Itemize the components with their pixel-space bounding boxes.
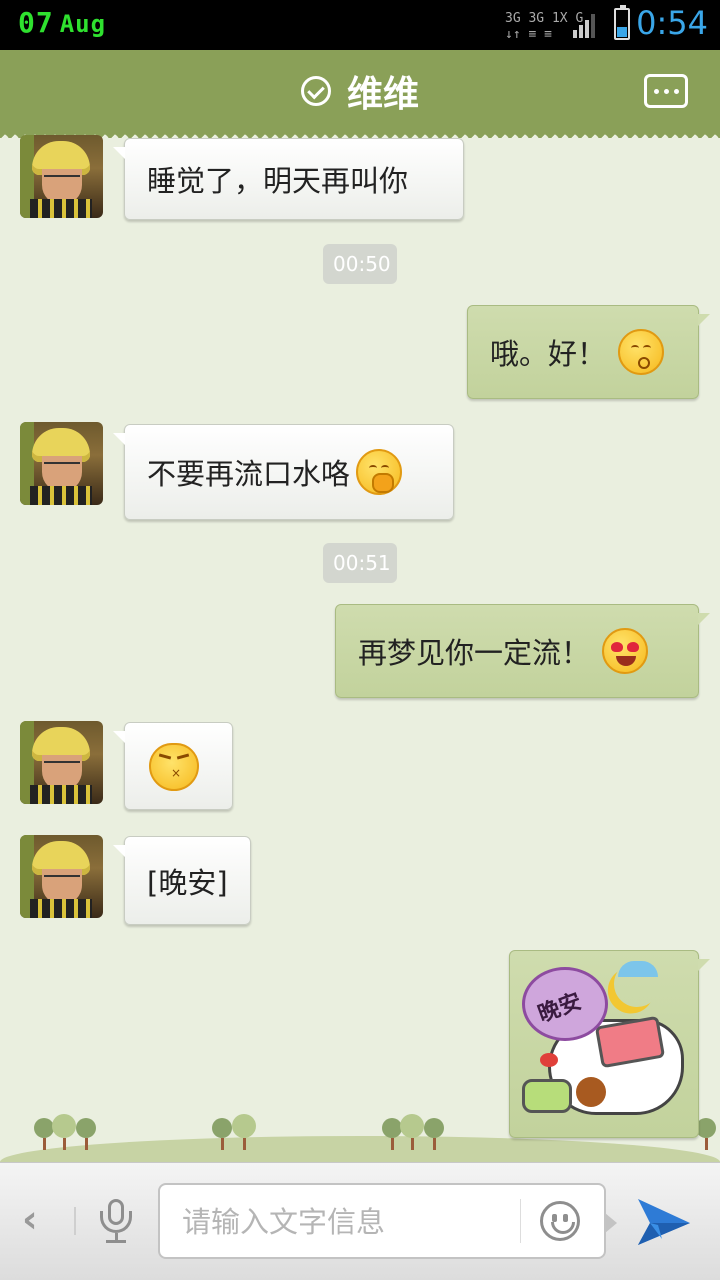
smiley-icon[interactable]: [540, 1201, 580, 1241]
message-text: 哦。好！: [490, 337, 607, 371]
message-text: 再梦见你一定流！: [358, 636, 591, 670]
message-input-box[interactable]: [158, 1183, 617, 1259]
message-input[interactable]: [180, 1197, 514, 1247]
contact-avatar[interactable]: [20, 835, 103, 918]
chevron-left-icon[interactable]: ‹: [22, 1199, 52, 1239]
divider: [74, 1207, 76, 1235]
chat-menu-icon[interactable]: [644, 74, 688, 108]
signal-icons: 3G 3G 1X G ↓↑ ≡ ≡: [505, 8, 601, 44]
heart-eyes-icon: [602, 628, 649, 674]
status-date-day: 07: [18, 6, 54, 39]
message-bubble-outgoing[interactable]: 晚安: [509, 950, 710, 1138]
message-bubble-incoming[interactable]: 不要再流口水咯: [113, 424, 454, 520]
goodnight-sticker: 晚安: [520, 961, 688, 1131]
divider: [520, 1199, 521, 1243]
battery-icon: [614, 5, 630, 40]
message-bubble-outgoing[interactable]: 哦。好！: [467, 305, 710, 399]
send-icon[interactable]: [636, 1195, 692, 1247]
contact-avatar[interactable]: [20, 422, 103, 505]
message-text: 不要再流口水咯: [147, 457, 351, 491]
message-text: 睡觉了，明天再叫你: [147, 164, 409, 198]
drool-face-icon: [356, 449, 403, 495]
input-bar: ‹: [0, 1162, 720, 1280]
svg-text:↓↑ ≡ ≡: ↓↑ ≡ ≡: [505, 27, 552, 42]
signal-label: 3G 3G 1X G: [505, 11, 583, 26]
chat-title: 维维: [346, 74, 419, 115]
signal-icon: 3G 3G 1X G ↓↑ ≡ ≡: [505, 11, 595, 42]
message-bubble-incoming[interactable]: [晚安]: [113, 836, 251, 925]
microphone-icon[interactable]: [96, 1199, 136, 1245]
contact-avatar[interactable]: [20, 135, 103, 218]
contact-avatar[interactable]: [20, 721, 103, 804]
message-bubble-incoming[interactable]: ×: [113, 722, 233, 810]
kiss-face-icon: [618, 329, 665, 375]
status-date-month: Aug: [59, 10, 107, 38]
message-timestamp: 00:51: [323, 543, 397, 583]
angry-face-icon: ×: [149, 743, 199, 791]
sticker-text: 晚安: [534, 989, 585, 1028]
message-timestamp: 00:50: [323, 244, 397, 284]
message-bubble-incoming[interactable]: 睡觉了，明天再叫你: [113, 138, 464, 220]
message-bubble-outgoing[interactable]: 再梦见你一定流！: [335, 604, 710, 698]
message-text: [晚安]: [147, 865, 228, 900]
chat-header: 维维: [0, 50, 720, 138]
status-time: 0:54: [636, 4, 708, 42]
status-bar: 07 Aug 3G 3G 1X G ↓↑ ≡ ≡ 0:54: [0, 0, 720, 50]
check-circle-icon: [300, 76, 331, 106]
status-date: 07 Aug: [18, 6, 106, 39]
